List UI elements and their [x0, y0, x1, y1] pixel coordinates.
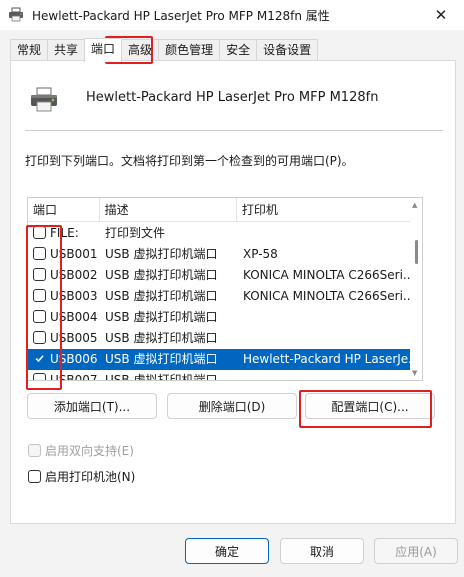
- instruction-text: 打印到下列端口。文档将打印到第一个检查到的可用端口(P)。: [25, 154, 354, 168]
- tab-general[interactable]: 常规: [10, 39, 49, 61]
- vertical-scrollbar[interactable]: ▲ ▼: [410, 198, 422, 380]
- port-name: USB001: [50, 247, 98, 261]
- port-checkbox[interactable]: [33, 226, 46, 239]
- tab-advanced[interactable]: 高级: [121, 39, 160, 61]
- port-row[interactable]: USB001 USB 虚拟打印机端口 XP-58: [28, 244, 410, 265]
- list-header: 端口 描述 打印机: [28, 198, 410, 222]
- port-name: USB004: [50, 310, 98, 324]
- port-row[interactable]: USB006 USB 虚拟打印机端口 Hewlett-Packard HP Lase…: [28, 349, 420, 370]
- port-name: USB002: [50, 268, 98, 282]
- printer-pooling-checkbox[interactable]: [28, 470, 41, 483]
- column-header-port[interactable]: 端口: [28, 198, 100, 221]
- printer-icon: [8, 7, 24, 23]
- port-row[interactable]: USB002 USB 虚拟打印机端口 KONICA MINOLTA C266Seri…: [28, 265, 414, 286]
- port-name: FILE:: [50, 226, 79, 240]
- tab-security[interactable]: 安全: [219, 39, 258, 61]
- cancel-button[interactable]: 取消: [280, 538, 364, 564]
- port-checkbox[interactable]: [33, 310, 46, 323]
- port-description: USB 虚拟打印机端口: [105, 247, 218, 261]
- port-checkbox[interactable]: [33, 352, 46, 365]
- port-row[interactable]: USB003 USB 虚拟打印机端口 KONICA MINOLTA C266Seri…: [28, 286, 414, 307]
- port-printer: KONICA MINOLTA C266Seri...: [243, 289, 415, 303]
- tab-strip: 常规 共享 端口 高级 颜色管理 安全 设备设置: [10, 38, 319, 62]
- apply-button[interactable]: 应用(A): [374, 538, 458, 564]
- port-description: USB 虚拟打印机端口: [105, 289, 218, 303]
- port-description: USB 虚拟打印机端口: [105, 373, 218, 381]
- port-row[interactable]: FILE: 打印到文件: [28, 223, 410, 244]
- title-bar: Hewlett-Packard HP LaserJet Pro MFP M128…: [0, 0, 464, 30]
- column-header-description[interactable]: 描述: [100, 198, 237, 221]
- add-port-button[interactable]: 添加端口(T)...: [27, 393, 157, 419]
- port-description: 打印到文件: [105, 226, 166, 240]
- port-description: USB 虚拟打印机端口: [105, 310, 218, 324]
- tab-sharing[interactable]: 共享: [47, 39, 86, 61]
- bidirectional-checkbox: [28, 444, 41, 457]
- port-name: USB006: [50, 352, 98, 366]
- scroll-down-icon[interactable]: ▼: [412, 369, 417, 377]
- tab-device-settings[interactable]: 设备设置: [256, 39, 319, 61]
- scroll-thumb[interactable]: [415, 240, 418, 264]
- printer-pooling-label[interactable]: 启用打印机池(N): [45, 468, 135, 485]
- scroll-up-icon[interactable]: ▲: [412, 201, 417, 209]
- column-header-printer[interactable]: 打印机: [237, 198, 410, 221]
- bidirectional-support-option: 启用双向支持(E): [28, 442, 134, 459]
- port-checkbox[interactable]: [33, 268, 46, 281]
- close-button[interactable]: ✕: [418, 0, 464, 30]
- port-checkbox[interactable]: [33, 247, 46, 260]
- port-printer: XP-58: [243, 247, 278, 261]
- tab-color-management[interactable]: 颜色管理: [158, 39, 221, 61]
- ok-button[interactable]: 确定: [185, 538, 269, 564]
- port-list[interactable]: 端口 描述 打印机 FILE: 打印到文件 USB001 USB 虚拟打印机端口 XP-…: [27, 197, 423, 381]
- printer-icon: [29, 87, 59, 113]
- port-printer: KONICA MINOLTA C266Seri...: [243, 268, 415, 282]
- printer-name: Hewlett-Packard HP LaserJet Pro MFP M128…: [86, 90, 379, 105]
- delete-port-button[interactable]: 删除端口(D): [167, 393, 297, 419]
- port-description: USB 虚拟打印机端口: [105, 352, 218, 366]
- port-row[interactable]: USB004 USB 虚拟打印机端口: [28, 307, 410, 328]
- ports-panel: Hewlett-Packard HP LaserJet Pro MFP M128…: [10, 60, 456, 524]
- port-description: USB 虚拟打印机端口: [105, 268, 218, 282]
- port-checkbox[interactable]: [33, 373, 46, 380]
- port-name: USB007: [50, 373, 98, 381]
- port-row[interactable]: USB007 USB 虚拟打印机端口: [28, 370, 410, 381]
- port-printer: Hewlett-Packard HP LaserJe...: [243, 352, 420, 366]
- printer-pooling-option[interactable]: 启用打印机池(N): [28, 468, 135, 485]
- tab-ports[interactable]: 端口: [84, 38, 123, 62]
- separator: [25, 130, 443, 131]
- port-checkbox[interactable]: [33, 331, 46, 344]
- port-row[interactable]: USB005 USB 虚拟打印机端口: [28, 328, 410, 349]
- port-name: USB005: [50, 331, 98, 345]
- port-description: USB 虚拟打印机端口: [105, 331, 218, 345]
- close-icon: ✕: [434, 6, 448, 24]
- port-name: USB003: [50, 289, 98, 303]
- window-title: Hewlett-Packard HP LaserJet Pro MFP M128…: [32, 8, 330, 23]
- port-checkbox[interactable]: [33, 289, 46, 302]
- list-rows: FILE: 打印到文件 USB001 USB 虚拟打印机端口 XP-58 USB002 US…: [28, 223, 420, 381]
- configure-port-button[interactable]: 配置端口(C)...: [305, 393, 435, 419]
- bidirectional-label: 启用双向支持(E): [45, 444, 134, 458]
